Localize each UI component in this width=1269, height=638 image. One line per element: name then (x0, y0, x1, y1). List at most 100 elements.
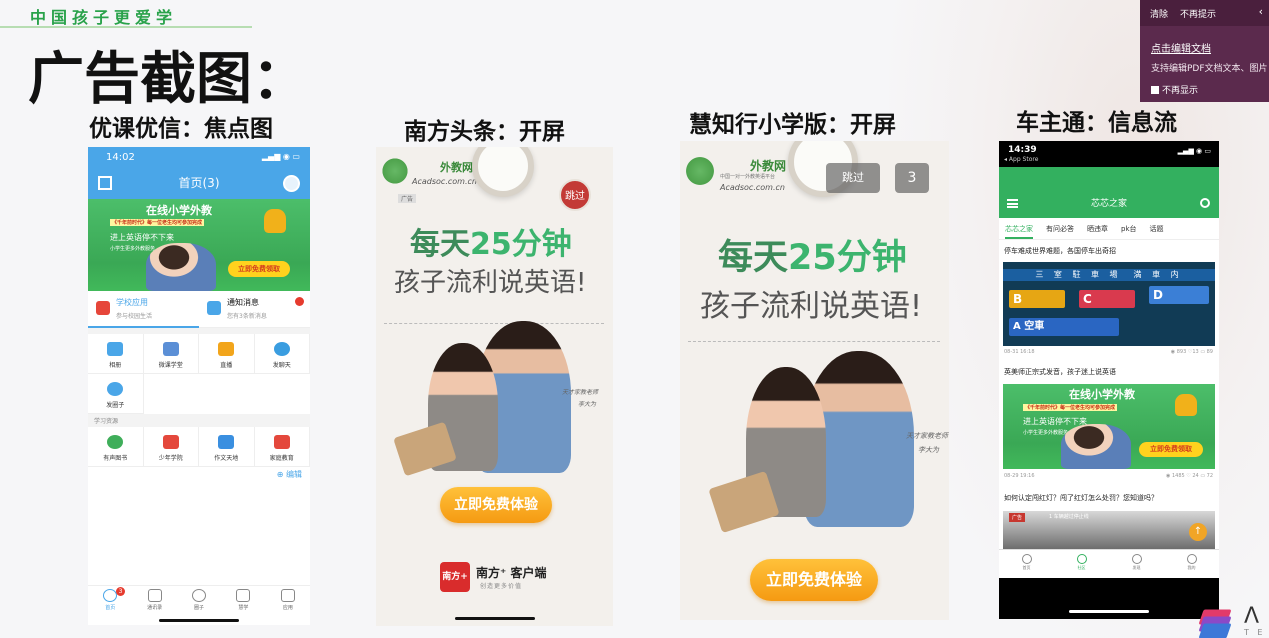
banner-title: 在线小学外教 (146, 204, 212, 217)
logo-name: 外教网 (750, 159, 787, 173)
signal-icon: ▂▄▆ ◉ ▭ (1177, 147, 1211, 155)
tab-contacts[interactable]: 通讯录 (132, 586, 176, 617)
tab-label: 慧学 (238, 605, 249, 611)
notice-entry[interactable]: 通知消息 您有3条新消息 (199, 291, 310, 328)
avatar-icon[interactable] (283, 175, 300, 192)
active-underline (88, 326, 199, 328)
feed-ad-title[interactable]: 英美师正宗式发音，孩子迷上说英语 (1004, 367, 1116, 377)
back-to-app-store[interactable]: ◂ App Store (1004, 156, 1038, 163)
tab-learn[interactable]: 慧学 (221, 586, 265, 617)
grid-label: 微课学堂 (158, 362, 183, 369)
tab-circle[interactable]: 圈子 (177, 586, 221, 617)
red-light-image[interactable]: 广告 1 车辆越过停止线 ↑ (1003, 511, 1215, 549)
tab-badge: 3 (116, 587, 125, 596)
grid-item-microclass[interactable]: 微课学堂 (143, 334, 199, 374)
skip-button[interactable]: 跳过 (559, 179, 591, 211)
page-title: 广告截图： (28, 47, 308, 112)
tab-pk[interactable]: pk台 (1121, 218, 1137, 239)
grid-item-audiobook[interactable]: 有声图书 (88, 427, 144, 467)
headline: 每天25分钟 (410, 219, 572, 263)
banner-people-image (146, 243, 216, 291)
home-indicator (454, 617, 535, 620)
tab-label: 社区 (1077, 565, 1086, 570)
notice-sub: 您有3条新消息 (227, 313, 267, 320)
school-app-entry[interactable]: 学校应用 参与校园生活 (88, 291, 199, 328)
subheadline: 孩子流利说英语! (394, 268, 587, 298)
banner-cta-button[interactable]: 立即免费领取 (1139, 442, 1203, 457)
tab-home[interactable]: 首页 (999, 550, 1054, 578)
never-remind-button[interactable]: 不再提示 (1180, 7, 1216, 20)
collapse-icon[interactable]: ‹ (1259, 5, 1263, 18)
edit-button[interactable]: ⊕ 编辑 (277, 469, 302, 480)
nanfang-brand-sub: 创造更多价值 (480, 583, 523, 590)
app-grid-2: 有声图书 少年学院 作文天地 家庭教育 (88, 427, 310, 467)
tab-discover[interactable]: 发现 (1109, 550, 1164, 578)
tab-qa[interactable]: 有问必答 (1046, 218, 1074, 239)
scroll-top-icon[interactable]: ↑ (1189, 523, 1207, 541)
menu-icon[interactable] (1007, 199, 1018, 208)
tab-label: 应用 (282, 605, 293, 611)
nav-bar-top (999, 167, 1219, 190)
headline-a: 每天 (718, 238, 789, 278)
bottom-tab-bar: 首页 3 通讯录 圈子 慧学 应用 (88, 585, 310, 617)
tab-me[interactable]: 我的 (1164, 550, 1219, 578)
chezhu-screen: 14:39 ◂ App Store ▂▄▆ ◉ ▭ 芯芯之家 芯芯之家 有问必答… (999, 141, 1219, 578)
scan-icon[interactable] (98, 176, 112, 190)
grid-item-circle[interactable]: 发圈子 (88, 374, 144, 414)
tab-xinxin-home[interactable]: 芯芯之家 (1005, 218, 1033, 239)
home-indicator (159, 619, 239, 622)
caret-up-icon[interactable]: Λ (1244, 604, 1259, 629)
nav-bar: 芯芯之家 (999, 190, 1219, 218)
tab-home[interactable]: 首页 3 (88, 586, 132, 617)
free-trial-button[interactable]: 立即免费体验 (750, 559, 878, 601)
grid-item-youth-academy[interactable]: 少年学院 (143, 427, 199, 467)
nav-bar: 首页(3) (88, 169, 310, 199)
grid-label: 发聊天 (272, 362, 291, 369)
feed-ad-banner[interactable]: 在线小学外教 《千年前时代》每一位老生均可参加完成 进上英语停不下来 小学生更多… (1003, 384, 1215, 469)
feed-item-title-3[interactable]: 如何认定闯红灯？闯了红灯怎么处罚？您知道吗？ (1004, 493, 1158, 503)
section-title-chezhu: 车主通：信息流 (1016, 110, 1177, 136)
grid-label: 有声图书 (103, 455, 128, 462)
grid-item-live[interactable]: 直播 (199, 334, 255, 374)
focus-banner-ad[interactable]: 在线小学外教 《千年前时代》每一位老生均可参加完成 进上英语停不下来 小学生更多… (88, 199, 310, 291)
footer-mark: T E (1244, 628, 1266, 637)
grid-item-family-edu[interactable]: 家庭教育 (254, 427, 310, 467)
dont-show-checkbox[interactable]: 不再显示 (1151, 83, 1198, 96)
edit-document-popup: 清除 不再提示 ‹ 点击编辑文档 支持编辑PDF文档文本、图片 不再显示 (1140, 0, 1269, 102)
grid-item-album[interactable]: 相册 (88, 334, 144, 374)
section-title-youke: 优课优信：焦点图 (89, 116, 273, 142)
tab-violations[interactable]: 晒违章 (1087, 218, 1108, 239)
dashed-rule (384, 323, 604, 324)
slot-b: B (1009, 290, 1065, 308)
tab-topics[interactable]: 话题 (1150, 218, 1164, 239)
chezhu-feed-screenshot: 14:39 ◂ App Store ▂▄▆ ◉ ▭ 芯芯之家 芯芯之家 有问必答… (999, 141, 1219, 619)
chat-icon (273, 342, 290, 356)
grid-item-chat[interactable]: 发聊天 (254, 334, 310, 374)
headline: 每天25分钟 (718, 229, 907, 280)
edit-document-link[interactable]: 点击编辑文档 (1151, 40, 1211, 55)
feed-ad-date: 08-29 19:16 (1004, 473, 1035, 479)
tab-apps[interactable]: 应用 (266, 586, 310, 617)
person-icon (1131, 554, 1142, 564)
tab-community[interactable]: 社区 (1054, 550, 1109, 578)
free-trial-button[interactable]: 立即免费体验 (440, 487, 552, 523)
ad-tag: 广告 (398, 194, 417, 203)
layers-logo-icon (1198, 606, 1232, 638)
signal-icon: ▂▄▆ ◉ ▭ (261, 152, 300, 161)
status-bar: 14:39 ◂ App Store ▂▄▆ ◉ ▭ (999, 141, 1219, 167)
nanfang-brand: 南方+ 南方⁺ 客户端 创造更多价值 (440, 560, 560, 596)
compass-icon (1186, 554, 1197, 564)
banner-cta-button[interactable]: 立即免费领取 (228, 261, 290, 277)
parking-lot-image[interactable]: 三 室 駐 車 場 満 車 内 B C D A 空車 (1003, 262, 1215, 346)
checkbox-label: 不再显示 (1162, 86, 1199, 96)
tab-label: 通讯录 (147, 605, 163, 611)
feed-item-title[interactable]: 停车难成世界难题，各国停车出奇招 (1004, 246, 1116, 256)
grid-label: 家庭教育 (269, 455, 294, 462)
clear-button[interactable]: 清除 (1150, 7, 1168, 20)
trophy-icon (1175, 394, 1197, 416)
youke-phone-screenshot: 14:02 ▂▄▆ ◉ ▭ 首页(3) 在线小学外教 《千年前时代》每一位老生均… (88, 147, 310, 625)
trophy-icon (264, 209, 286, 233)
search-icon[interactable] (1200, 198, 1210, 208)
grid-item-essay[interactable]: 作文天地 (199, 427, 255, 467)
skip-button[interactable]: 跳过 (826, 163, 880, 193)
